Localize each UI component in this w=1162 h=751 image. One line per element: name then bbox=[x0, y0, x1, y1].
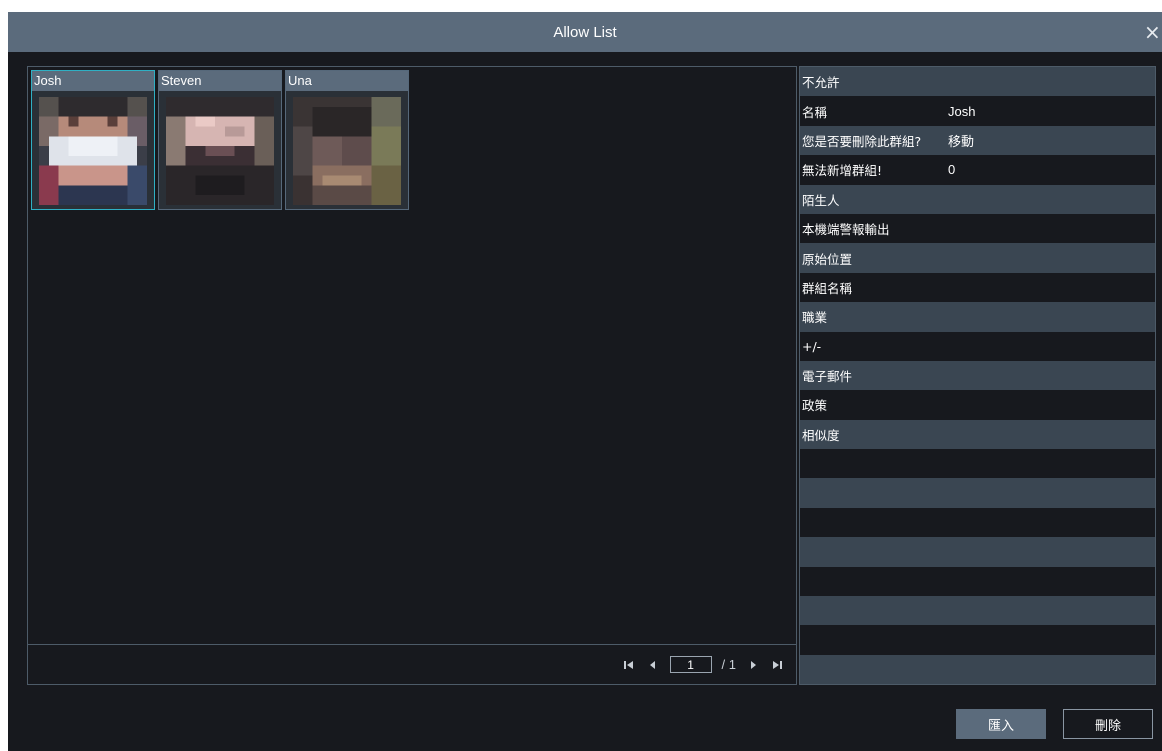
last-page-icon[interactable] bbox=[770, 658, 784, 672]
prop-row: 相似度 bbox=[800, 419, 1155, 450]
prop-row bbox=[800, 566, 1155, 597]
allow-list-dialog: Allow List × Josh Steven Una 1 / 1 不允許 名… bbox=[8, 12, 1162, 751]
prop-value: Josh bbox=[948, 103, 976, 119]
import-button[interactable]: 匯入 bbox=[956, 709, 1046, 739]
prop-row: 無法新增群組! 0 bbox=[800, 155, 1155, 185]
person-name: Steven bbox=[159, 71, 281, 91]
person-name: Una bbox=[286, 71, 408, 91]
prop-row: 電子郵件 bbox=[800, 360, 1155, 391]
prop-row bbox=[800, 478, 1155, 508]
prop-row: 政策 bbox=[800, 390, 1155, 420]
page-number-input[interactable]: 1 bbox=[669, 656, 712, 673]
prop-row: 名稱 Josh bbox=[800, 96, 1155, 126]
prop-row: 原始位置 bbox=[800, 243, 1155, 273]
prev-page-icon[interactable] bbox=[646, 658, 660, 672]
prop-key: +/- bbox=[802, 338, 822, 354]
dialog-title: Allow List bbox=[553, 23, 617, 41]
prop-value: 移動 bbox=[948, 133, 975, 149]
person-card-josh[interactable]: Josh bbox=[31, 70, 155, 210]
pagination: 1 / 1 bbox=[28, 644, 796, 684]
prop-key: 電子郵件 bbox=[802, 369, 853, 385]
person-card-steven[interactable]: Steven bbox=[158, 70, 282, 210]
prop-row: 群組名稱 bbox=[800, 272, 1155, 303]
prop-row: 您是否要刪除此群組? 移動 bbox=[800, 125, 1155, 156]
page-total: / 1 bbox=[721, 657, 736, 672]
next-page-icon[interactable] bbox=[746, 658, 760, 672]
prop-key: 本機端警報輸出 bbox=[802, 222, 890, 238]
prop-key: 名稱 bbox=[802, 104, 828, 120]
prop-key: 原始位置 bbox=[802, 251, 853, 267]
prop-key: 群組名稱 bbox=[802, 280, 853, 296]
prop-row bbox=[800, 537, 1155, 567]
prop-row bbox=[800, 596, 1155, 626]
prop-row bbox=[800, 654, 1155, 684]
prop-row bbox=[800, 625, 1155, 655]
prop-row bbox=[800, 449, 1155, 479]
prop-key: 職業 bbox=[802, 310, 828, 326]
prop-row: +/- bbox=[800, 331, 1155, 361]
prop-key: 無法新增群組! bbox=[802, 163, 883, 179]
person-card-una[interactable]: Una bbox=[285, 70, 409, 210]
close-icon[interactable]: × bbox=[1144, 22, 1162, 44]
prop-key: 不允許 bbox=[802, 75, 840, 91]
face-thumbnail bbox=[292, 97, 402, 205]
prop-value: 0 bbox=[948, 162, 956, 178]
first-page-icon[interactable] bbox=[622, 658, 636, 672]
prop-key: 您是否要刪除此群組? bbox=[802, 133, 922, 149]
prop-row bbox=[800, 507, 1155, 538]
delete-button[interactable]: 刪除 bbox=[1063, 709, 1153, 739]
face-thumbnail bbox=[165, 97, 275, 205]
title-bar: Allow List × bbox=[8, 12, 1162, 52]
prop-row: 陌生人 bbox=[800, 184, 1155, 214]
face-thumbnail bbox=[38, 97, 148, 205]
prop-row: 本機端警報輸出 bbox=[800, 213, 1155, 244]
prop-key: 政策 bbox=[802, 398, 828, 414]
properties-panel: 不允許 名稱 Josh 您是否要刪除此群組? 移動 無法新增群組! 0 陌生人 本機端… bbox=[799, 66, 1156, 685]
person-name: Josh bbox=[32, 71, 154, 91]
face-gallery: Josh Steven Una 1 / 1 bbox=[27, 66, 797, 685]
prop-key: 陌生人 bbox=[802, 192, 840, 208]
prop-row: 不允許 bbox=[800, 67, 1155, 97]
prop-key: 相似度 bbox=[802, 427, 840, 443]
prop-row: 職業 bbox=[800, 302, 1155, 332]
